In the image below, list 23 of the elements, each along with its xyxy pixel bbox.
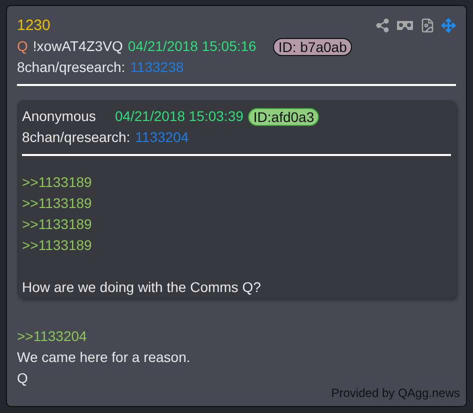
post-date: 04/21/2018 15:05:16 — [128, 37, 256, 56]
reply-link[interactable]: >>1133189 — [22, 235, 451, 256]
reply-link[interactable]: >>1133189 — [22, 214, 451, 235]
move-icon[interactable] — [441, 18, 456, 33]
reply-link[interactable]: >>1133204 — [17, 326, 456, 347]
post-text: We came here for a reason. — [17, 348, 192, 367]
image-file-icon[interactable] — [420, 18, 435, 33]
post-text: Q — [17, 369, 29, 388]
id-badge: ID: b7a0ab — [273, 38, 352, 56]
author-name: Q — [17, 37, 28, 56]
reply-link[interactable]: >>1133189 — [22, 193, 451, 214]
board-name: 8chan/qresearch: — [22, 128, 130, 147]
share-icon[interactable] — [375, 18, 390, 33]
post-text: How are we doing with the Comms Q? — [22, 278, 262, 297]
post-number: 1230 — [17, 16, 50, 36]
tripcode: !xowAT4Z3VQ — [32, 37, 123, 56]
post-date: 04/21/2018 15:03:39 — [114, 107, 244, 126]
attribution-text: Provided by QAgg.news — [331, 386, 460, 400]
reply-link[interactable]: >>1133189 — [22, 172, 451, 193]
author-name: Anonymous — [22, 107, 96, 126]
id-badge: ID:afd0a3 — [248, 108, 320, 126]
board-name: 8chan/qresearch: — [17, 58, 126, 77]
headset-icon[interactable] — [396, 20, 414, 31]
